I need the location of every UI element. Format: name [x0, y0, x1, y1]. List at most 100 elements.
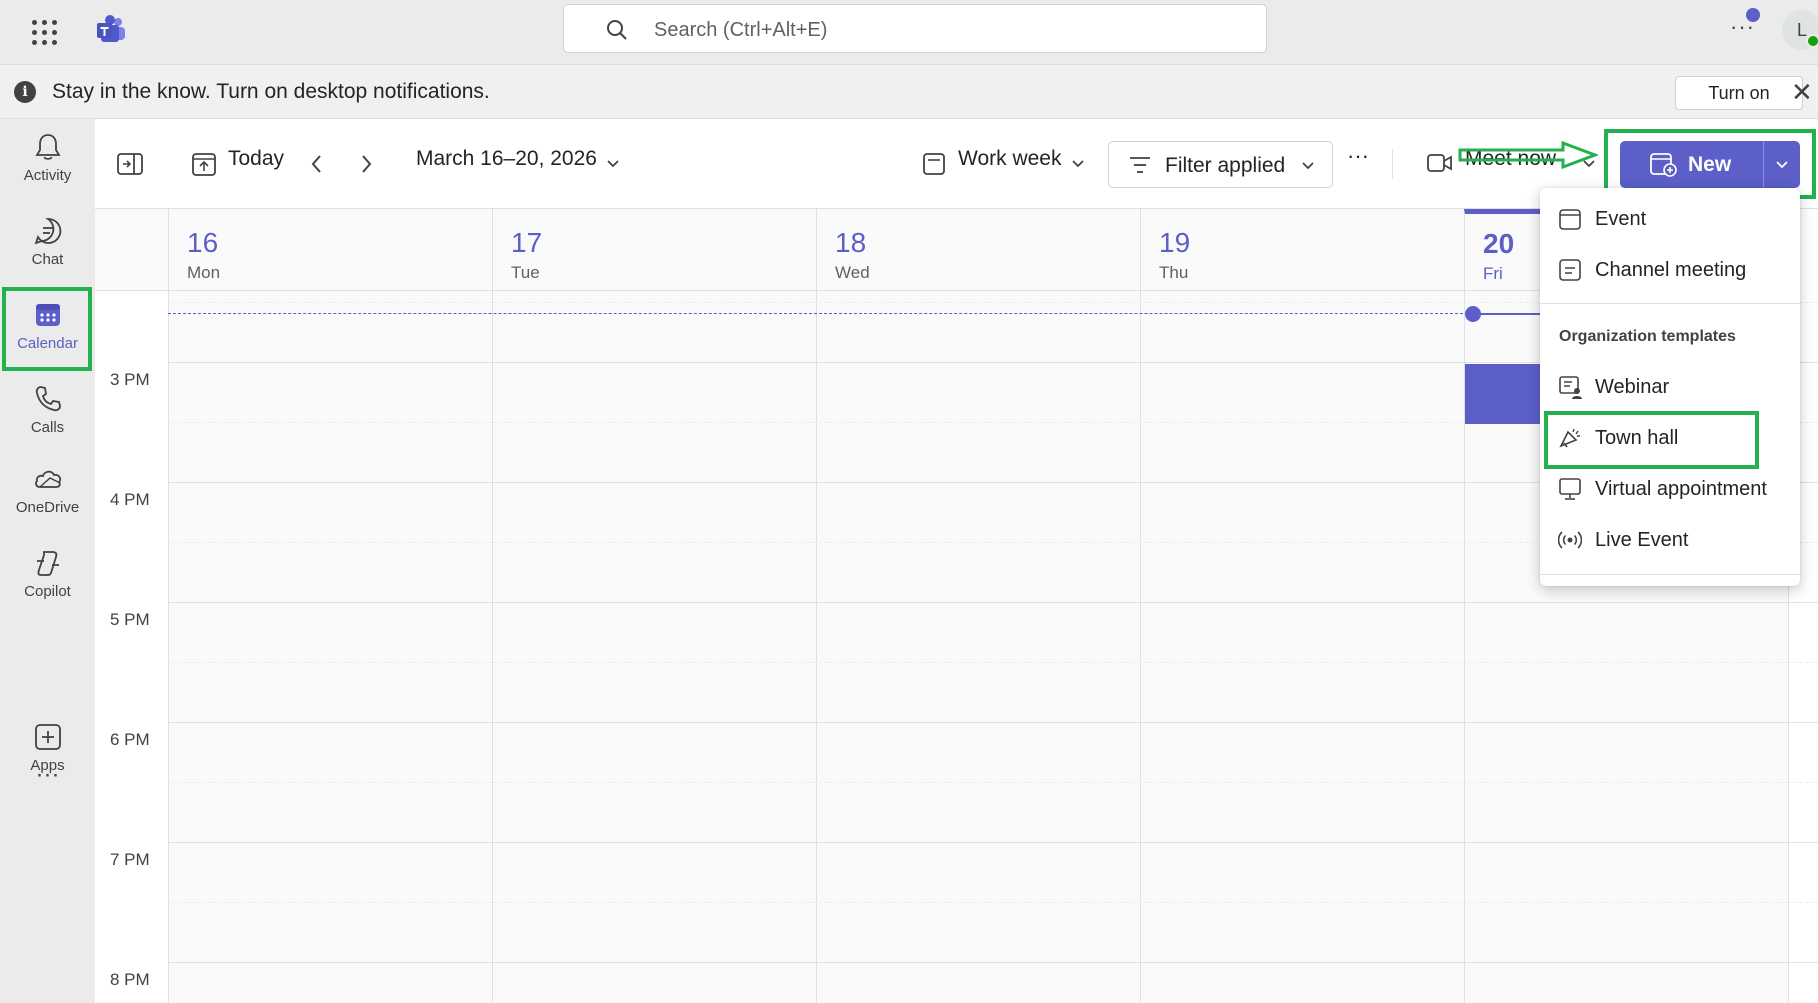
menu-divider — [1540, 574, 1800, 575]
close-icon[interactable]: ✕ — [1791, 77, 1813, 108]
menu-item-label: Virtual appointment — [1595, 478, 1767, 500]
copilot-icon — [36, 551, 59, 576]
rail-item-chat[interactable]: Chat — [0, 203, 95, 279]
filter-chevron-down-icon — [1302, 162, 1314, 170]
time-label: 7 PM — [110, 850, 150, 869]
menu-item-virtual-appointment[interactable]: Virtual appointment — [1540, 467, 1800, 511]
day-name: Thu — [1159, 263, 1189, 282]
day-column-thu[interactable] — [1140, 291, 1464, 1003]
day-column-mon[interactable] — [168, 291, 492, 1003]
day-header-thu[interactable]: 19 Thu — [1140, 209, 1464, 291]
rail-item-onedrive[interactable]: OneDrive — [0, 451, 95, 527]
webinar-icon — [1559, 376, 1582, 399]
day-header-wed[interactable]: 18 Wed — [816, 209, 1140, 291]
menu-item-label: Live Event — [1595, 529, 1689, 551]
day-number: 16 — [187, 227, 219, 258]
view-chevron-down-icon[interactable] — [1071, 159, 1085, 169]
time-label: 8 PM — [110, 970, 150, 989]
toolbar-more-button[interactable]: ··· — [1347, 143, 1369, 169]
menu-item-webinar[interactable]: Webinar — [1540, 365, 1800, 409]
rail-label-calls: Calls — [30, 419, 65, 436]
calendar-highlight-box — [2, 287, 92, 371]
previous-week-icon[interactable] — [310, 153, 324, 175]
rail-label-apps: Apps — [30, 757, 65, 774]
broadcast-icon — [1558, 531, 1582, 549]
rail-item-copilot[interactable]: Copilot — [0, 535, 95, 611]
hour-line — [168, 962, 1818, 963]
time-label: 5 PM — [110, 610, 150, 629]
menu-item-event[interactable]: Event — [1540, 197, 1800, 241]
time-gutter-header — [95, 209, 168, 291]
rail-item-activity[interactable]: Activity — [0, 119, 95, 195]
search-placeholder: Search (Ctrl+Alt+E) — [654, 19, 828, 41]
new-meeting-menu: Event Channel meeting Organization templ… — [1540, 188, 1800, 586]
menu-item-live-event[interactable]: Live Event — [1540, 518, 1800, 562]
add-app-icon — [34, 724, 61, 750]
current-time-line — [168, 313, 1468, 314]
menu-item-label: Webinar — [1595, 376, 1670, 398]
time-label: 3 PM — [110, 370, 150, 389]
half-hour-line — [168, 662, 1818, 663]
toggle-panel-icon[interactable] — [117, 153, 143, 175]
rail-item-apps[interactable]: Apps — [0, 709, 95, 785]
menu-section-title: Organization templates — [1559, 328, 1736, 345]
date-range-picker[interactable]: March 16–20, 2026 — [416, 147, 597, 171]
chat-icon — [34, 218, 61, 245]
town-hall-highlight-box — [1544, 411, 1759, 469]
rail-label-onedrive: OneDrive — [15, 499, 80, 516]
app-launcher-icon[interactable] — [30, 18, 57, 45]
notification-dot — [1746, 8, 1760, 22]
hour-line — [168, 722, 1818, 723]
calendar-event-icon — [1559, 209, 1581, 230]
time-label: 4 PM — [110, 490, 150, 509]
half-hour-line — [168, 902, 1818, 903]
presence-status-icon — [1806, 34, 1818, 48]
rail-label-copilot: Copilot — [24, 583, 71, 600]
info-icon: i — [14, 81, 36, 103]
hour-line — [168, 602, 1818, 603]
hour-line — [168, 842, 1818, 843]
rail-label-activity: Activity — [23, 167, 72, 184]
view-selector[interactable]: Work week — [958, 147, 1061, 171]
day-number: 20 — [1483, 228, 1515, 259]
filter-button[interactable]: Filter applied — [1108, 141, 1333, 188]
menu-divider — [1540, 303, 1800, 304]
bell-icon — [34, 134, 61, 160]
teams-logo-icon — [97, 15, 125, 42]
next-week-icon[interactable] — [359, 153, 373, 175]
search-box[interactable]: Search (Ctrl+Alt+E) — [563, 4, 1267, 53]
half-hour-line — [168, 782, 1818, 783]
time-gutter — [95, 291, 168, 1003]
video-camera-icon — [1427, 154, 1452, 172]
notification-banner: i Stay in the know. Turn on desktop noti… — [0, 65, 1818, 119]
rail-item-calls[interactable]: Calls — [0, 371, 95, 447]
day-column-wed[interactable] — [816, 291, 1140, 1003]
view-icon — [923, 153, 945, 175]
day-name: Tue — [511, 263, 540, 282]
today-calendar-icon — [192, 153, 216, 176]
toolbar-divider — [1392, 149, 1393, 179]
today-button[interactable]: Today — [228, 147, 284, 171]
day-number: 19 — [1159, 227, 1191, 258]
search-icon — [607, 20, 627, 40]
day-name: Fri — [1483, 264, 1503, 283]
time-label: 6 PM — [110, 730, 150, 749]
day-number: 17 — [511, 227, 543, 258]
menu-item-label: Event — [1595, 208, 1647, 230]
annotation-arrow-icon — [1458, 140, 1598, 170]
day-header-tue[interactable]: 17 Tue — [492, 209, 816, 291]
day-number: 18 — [835, 227, 867, 258]
cloud-icon — [34, 470, 61, 488]
channel-meeting-icon — [1559, 259, 1581, 281]
day-header-mon[interactable]: 16 Mon — [168, 209, 492, 291]
day-name: Mon — [187, 263, 221, 282]
day-column-tue[interactable] — [492, 291, 816, 1003]
turn-on-button[interactable]: Turn on — [1675, 76, 1803, 110]
app-rail: Activity Chat Calendar Calls OneDrive Co… — [0, 119, 95, 1003]
filter-icon — [1130, 157, 1150, 173]
monitor-icon — [1559, 478, 1581, 500]
menu-item-channel-meeting[interactable]: Channel meeting — [1540, 248, 1800, 292]
menu-item-label: Channel meeting — [1595, 259, 1747, 281]
chevron-down-icon[interactable] — [606, 159, 620, 169]
day-name: Wed — [835, 263, 870, 282]
